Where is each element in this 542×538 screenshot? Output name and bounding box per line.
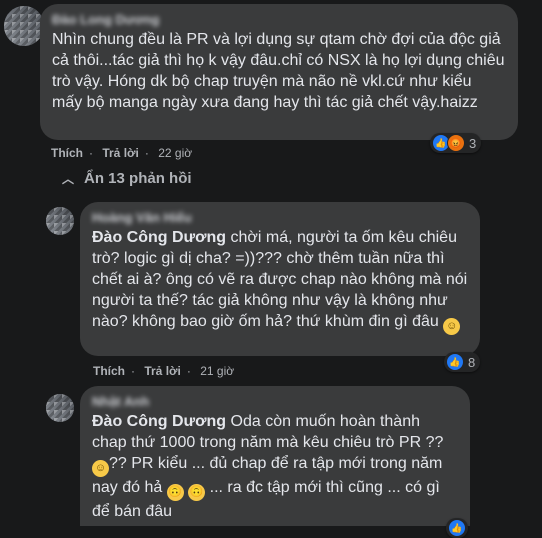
reply-text: Đào Công Dương chời má, người ta ốm kêu … (92, 227, 468, 335)
comment-actions: Thích · Trả lời · 22 giờ (51, 146, 193, 160)
reaction-summary[interactable]: 👍 (446, 518, 468, 538)
reaction-count: 8 (468, 354, 476, 370)
reply-bubble: Hoàng Văn Hiếu Đào Công Dương chời má, n… (80, 202, 480, 356)
reaction-count: 3 (469, 135, 477, 151)
angry-reaction-icon: 😡 (447, 134, 465, 152)
chevron-up-icon: ︿ (62, 172, 75, 186)
timestamp[interactable]: 22 giờ (158, 146, 192, 160)
like-reaction-icon: 👍 (446, 353, 464, 371)
like-button[interactable]: Thích (93, 364, 125, 378)
comment-bubble: Đào Long Dương Nhìn chung đều là PR và l… (40, 4, 518, 140)
like-reaction-icon: 👍 (448, 519, 466, 537)
reaction-summary[interactable]: 👍 8 (444, 352, 481, 372)
timestamp[interactable]: 21 giờ (200, 364, 234, 378)
reply-author[interactable]: Hoàng Văn Hiếu (92, 210, 468, 225)
reply-author[interactable]: Nhật Anh (92, 394, 458, 409)
reply-actions: Thích · Trả lời · 21 giờ (93, 364, 235, 378)
like-button[interactable]: Thích (51, 146, 83, 160)
upside-down-emoji-icon: 🙃 (188, 484, 206, 501)
hide-replies-toggle[interactable]: ︿ Ẩn 13 phản hồi (62, 170, 192, 187)
upside-down-emoji-icon: 🙃 (166, 484, 184, 501)
mention-link[interactable]: Đào Công Dương (92, 229, 226, 246)
grin-emoji-icon: ☺ (443, 318, 461, 335)
reaction-summary[interactable]: 👍 😡 3 (430, 133, 482, 153)
grin-emoji-icon: ☺ (92, 460, 109, 477)
comment-text: Nhìn chung đều là PR và lợi dụng sự qtam… (52, 31, 505, 111)
hide-replies-label: Ẩn 13 phản hồi (84, 170, 192, 187)
avatar[interactable] (46, 207, 74, 235)
avatar[interactable] (46, 394, 74, 422)
reply-text: Đào Công Dương Oda còn muốn hoàn thành c… (92, 411, 458, 522)
mention-link[interactable]: Đào Công Dương (92, 413, 226, 430)
reply-button[interactable]: Trả lời (144, 364, 181, 378)
comment-author[interactable]: Đào Long Dương (52, 12, 506, 27)
avatar[interactable] (4, 6, 44, 46)
reply-bubble: Nhật Anh Đào Công Dương Oda còn muốn hoà… (80, 386, 470, 526)
reply-button[interactable]: Trả lời (102, 146, 139, 160)
